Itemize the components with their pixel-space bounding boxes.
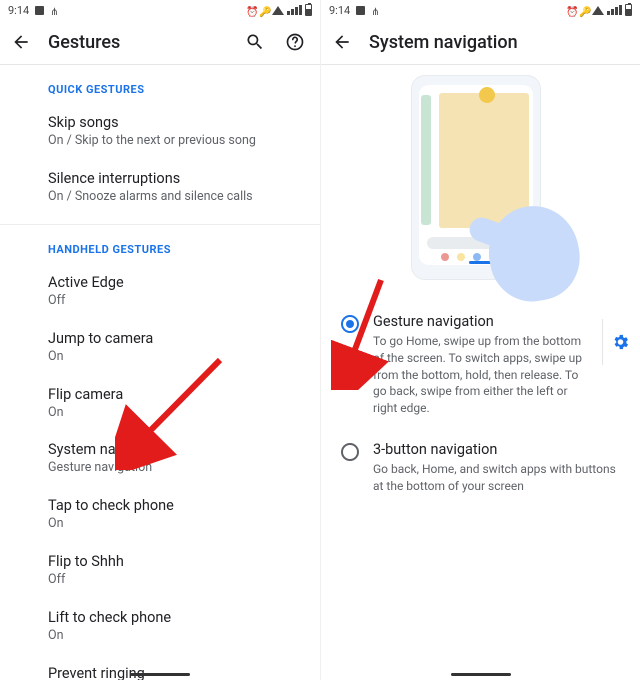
item-tap-to-check[interactable]: Tap to check phone On bbox=[0, 487, 320, 543]
system-navigation-screen: 9:14 System navigation bbox=[320, 0, 640, 680]
item-active-edge[interactable]: Active Edge Off bbox=[0, 264, 320, 320]
status-time: 9:14 bbox=[329, 4, 350, 17]
back-button[interactable] bbox=[329, 32, 355, 52]
item-skip-songs[interactable]: Skip songs On / Skip to the next or prev… bbox=[0, 104, 320, 160]
page-title: System navigation bbox=[369, 32, 518, 53]
vpn-icon bbox=[259, 5, 269, 15]
wifi-icon bbox=[272, 6, 284, 15]
gear-icon bbox=[611, 332, 630, 352]
radio-unselected-icon[interactable] bbox=[341, 443, 359, 461]
item-lift-to-check[interactable]: Lift to check phone On bbox=[0, 599, 320, 655]
signal-icon bbox=[287, 5, 302, 15]
image-icon bbox=[356, 6, 365, 15]
search-button[interactable] bbox=[242, 32, 268, 52]
image-icon bbox=[35, 6, 44, 15]
section-quick-gestures: QUICK GESTURES bbox=[0, 65, 320, 104]
signal-icon bbox=[607, 5, 622, 15]
option-3-button-navigation[interactable]: 3-button navigation Go back, Home, and s… bbox=[321, 429, 640, 507]
wifi-icon bbox=[592, 6, 604, 15]
battery-icon bbox=[625, 4, 632, 16]
appbar: System navigation bbox=[321, 20, 640, 64]
help-button[interactable] bbox=[282, 32, 308, 52]
appbar: Gestures bbox=[0, 20, 320, 64]
vpn-icon bbox=[579, 5, 589, 15]
item-prevent-ringing[interactable]: Prevent ringing On (vibrate) bbox=[0, 655, 320, 680]
annotation-arrow-right bbox=[331, 270, 401, 390]
annotation-arrow-left bbox=[115, 350, 235, 470]
back-button[interactable] bbox=[8, 32, 34, 52]
gesture-nav-bar[interactable] bbox=[130, 673, 190, 676]
alarm-icon bbox=[246, 5, 256, 15]
status-time: 9:14 bbox=[8, 4, 29, 17]
page-title: Gestures bbox=[48, 32, 120, 53]
item-silence-interruptions[interactable]: Silence interruptions On / Snooze alarms… bbox=[0, 160, 320, 216]
gesture-nav-bar[interactable] bbox=[451, 673, 511, 676]
tesla-icon bbox=[371, 5, 381, 15]
tesla-icon bbox=[50, 5, 60, 15]
section-handheld-gestures: HANDHELD GESTURES bbox=[0, 225, 320, 264]
status-bar: 9:14 bbox=[321, 0, 640, 20]
status-bar: 9:14 bbox=[0, 0, 320, 20]
alarm-icon bbox=[566, 5, 576, 15]
illustration bbox=[321, 65, 640, 301]
battery-icon bbox=[305, 4, 312, 16]
gestures-screen: 9:14 Gestures bbox=[0, 0, 320, 680]
item-flip-to-shhh[interactable]: Flip to Shhh Off bbox=[0, 543, 320, 599]
gesture-settings-button[interactable] bbox=[602, 319, 630, 365]
